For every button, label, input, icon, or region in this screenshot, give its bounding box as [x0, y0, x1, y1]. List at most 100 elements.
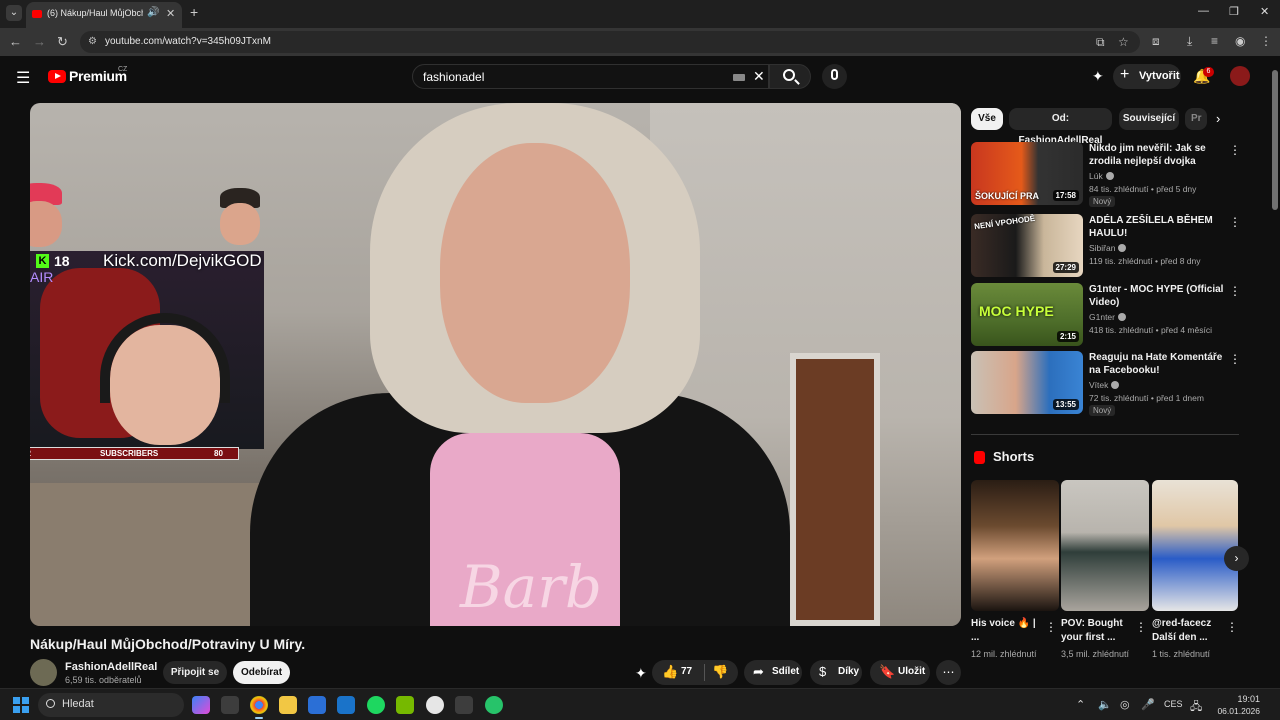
app-icon[interactable]: [485, 696, 503, 714]
thanks-button[interactable]: $ Díky: [810, 660, 862, 685]
steam-icon[interactable]: [426, 696, 444, 714]
mail-icon[interactable]: [337, 696, 355, 714]
profile-icon[interactable]: ◉: [1235, 34, 1245, 48]
chip-related[interactable]: Související: [1119, 108, 1179, 130]
short-thumbnail[interactable]: [1152, 480, 1238, 611]
channel-avatar[interactable]: [30, 659, 57, 686]
video-thumbnail[interactable]: 13:55: [971, 351, 1083, 414]
channel-name[interactable]: Lúk: [1089, 171, 1114, 181]
restore-icon[interactable]: ❐: [1229, 5, 1239, 18]
reload-icon[interactable]: ↻: [57, 34, 68, 50]
kebab-menu-icon[interactable]: ⋮: [1229, 284, 1241, 298]
clock-time[interactable]: 19:01: [1220, 694, 1260, 704]
tab-search-button[interactable]: ⌄: [6, 5, 22, 21]
app-icon[interactable]: [221, 696, 239, 714]
sparkle-icon[interactable]: ✦: [1092, 68, 1104, 85]
short-title[interactable]: His voice 🔥 | ...: [971, 617, 1043, 645]
ask-ai-icon[interactable]: ✦: [635, 665, 647, 682]
short-item[interactable]: His voice 🔥 | ... 12 mil. zhlédnutí ⋮: [971, 480, 1059, 670]
reading-list-icon[interactable]: ≡: [1211, 34, 1218, 48]
recommendation-item[interactable]: NENÍ VPOHODĚ 27:29 ADÉLA ZEŠÍLELA BĚHEM …: [971, 214, 1241, 278]
account-avatar[interactable]: [1230, 66, 1250, 86]
browser-tab-active[interactable]: (6) Nákup/Haul MůjObchod 🔊 ✕: [26, 2, 182, 28]
short-thumbnail[interactable]: [1061, 480, 1149, 611]
video-title[interactable]: G1nter - MOC HYPE (Official Video): [1089, 283, 1227, 309]
new-tab-button[interactable]: +: [190, 4, 198, 20]
video-title[interactable]: ADÉLA ZEŠÍLELA BĚHEM HAULU!: [1089, 214, 1227, 240]
forward-arrow-icon[interactable]: →: [33, 34, 46, 49]
kebab-menu-icon[interactable]: ⋮: [1229, 143, 1241, 157]
bookmark-star-icon[interactable]: ☆: [1118, 35, 1129, 49]
chevron-up-icon[interactable]: ⌃: [1076, 698, 1085, 711]
share-button[interactable]: ➦ Sdílet: [744, 660, 802, 685]
microphone-icon[interactable]: 🎤: [1141, 698, 1155, 711]
speaker-icon[interactable]: 🔈: [1098, 698, 1112, 711]
video-player[interactable]: Barb K 18 Kick.com/DejvikGOD AIR 32 SUBS…: [30, 103, 961, 626]
channel-name[interactable]: G1nter: [1089, 312, 1126, 322]
recommendation-item[interactable]: 13:55 Reaguju na Hate Komentáře na Faceb…: [971, 351, 1241, 416]
spotify-icon[interactable]: [367, 696, 385, 714]
search-button[interactable]: [769, 64, 811, 89]
store-icon[interactable]: [308, 696, 326, 714]
chip-all[interactable]: Vše: [971, 108, 1003, 130]
input-language[interactable]: CES: [1164, 699, 1183, 709]
save-button[interactable]: 🔖 Uložit: [870, 660, 930, 685]
create-button[interactable]: + Vytvořit: [1113, 64, 1181, 89]
short-title[interactable]: POV: Bought your first ...: [1061, 617, 1133, 645]
channel-name[interactable]: FashionAdellReal: [65, 661, 157, 673]
address-bar[interactable]: ⚙ youtube.com/watch?v=345h09JTxnM ⧉ ☆: [80, 31, 1140, 53]
downloads-icon[interactable]: ⤓: [1187, 34, 1192, 49]
windows-start-icon[interactable]: [13, 697, 29, 713]
speaker-icon[interactable]: 🔊: [147, 7, 159, 18]
keyboard-icon[interactable]: [733, 74, 745, 81]
like-count[interactable]: 77: [681, 666, 692, 677]
close-window-icon[interactable]: ✕: [1260, 5, 1269, 18]
kebab-menu-icon[interactable]: ⋮: [1226, 620, 1238, 634]
video-title[interactable]: Reaguju na Hate Komentáře na Facebooku!: [1089, 351, 1227, 377]
short-thumbnail[interactable]: [971, 480, 1059, 611]
scrollbar-thumb[interactable]: [1272, 70, 1278, 210]
recommendation-item[interactable]: ŠOKUJÍCÍ PRA 17:58 Nikdo jim nevěřil: Ja…: [971, 142, 1241, 207]
thumbs-down-icon[interactable]: 👎: [712, 664, 728, 680]
short-title[interactable]: @red-facecz Další den ...: [1152, 617, 1224, 645]
channel-name[interactable]: Vítek: [1089, 380, 1120, 390]
video-thumbnail[interactable]: NENÍ VPOHODĚ 27:29: [971, 214, 1083, 277]
hamburger-menu-icon[interactable]: ☰: [16, 68, 30, 88]
short-item[interactable]: POV: Bought your first ... 3,5 mil. zhlé…: [1061, 480, 1149, 670]
chrome-icon[interactable]: [250, 696, 268, 714]
kebab-menu-icon[interactable]: ⋮: [1135, 620, 1147, 634]
chevron-right-icon[interactable]: ›: [1216, 111, 1220, 126]
clock-date[interactable]: 06.01.2026: [1200, 706, 1260, 716]
extensions-icon[interactable]: ⧈: [1152, 34, 1160, 49]
video-title[interactable]: Nikdo jim nevěřil: Jak se zrodila nejlep…: [1089, 142, 1227, 168]
kebab-menu-icon[interactable]: ⋮: [1045, 620, 1057, 634]
youtube-logo-icon[interactable]: [48, 70, 66, 83]
tray-app-icon[interactable]: ◎: [1120, 698, 1130, 711]
chip-from-channel[interactable]: Od: FashionAdellReal: [1009, 108, 1112, 146]
kebab-menu-icon[interactable]: ⋮: [1229, 215, 1241, 229]
taskbar-search[interactable]: Hledat: [38, 693, 184, 717]
recommendation-item[interactable]: MOC HYPE 2:15 G1nter - MOC HYPE (Officia…: [971, 283, 1241, 347]
back-arrow-icon[interactable]: ←: [9, 34, 22, 49]
video-thumbnail[interactable]: MOC HYPE 2:15: [971, 283, 1083, 346]
kebab-menu-icon[interactable]: ⋮: [1229, 352, 1241, 366]
join-button[interactable]: Připojit se: [163, 661, 227, 684]
chip-partial[interactable]: Pr: [1185, 108, 1207, 130]
minimize-icon[interactable]: —: [1198, 5, 1209, 17]
search-input[interactable]: fashionadel ✕: [412, 64, 769, 89]
voice-search-button[interactable]: [822, 64, 847, 89]
thumbs-up-icon[interactable]: 👍: [662, 664, 678, 680]
video-thumbnail[interactable]: ŠOKUJÍCÍ PRA 17:58: [971, 142, 1083, 205]
file-explorer-icon[interactable]: [279, 696, 297, 714]
site-info-icon[interactable]: ⚙: [88, 36, 97, 47]
clear-search-icon[interactable]: ✕: [753, 68, 765, 85]
install-app-icon[interactable]: ⧉: [1096, 35, 1105, 50]
nvidia-icon[interactable]: [396, 696, 414, 714]
chevron-right-icon[interactable]: ›: [1224, 546, 1249, 571]
channel-name[interactable]: Sibiřan: [1089, 243, 1127, 253]
more-actions-icon[interactable]: ⋯: [936, 660, 961, 685]
app-icon[interactable]: [455, 696, 473, 714]
copilot-icon[interactable]: [192, 696, 210, 714]
close-tab-icon[interactable]: ✕: [166, 7, 175, 20]
subscribe-button[interactable]: Odebírat: [233, 661, 290, 684]
